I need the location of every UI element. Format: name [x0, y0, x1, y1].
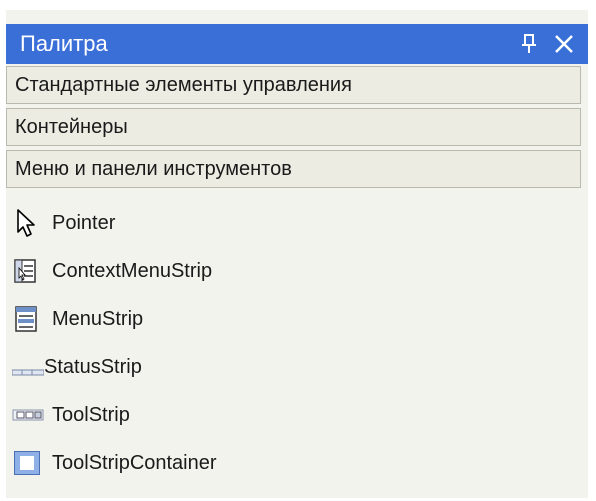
pin-icon[interactable] — [519, 31, 539, 57]
tool-item-menu-strip[interactable]: MenuStrip — [6, 296, 588, 344]
tool-strip-icon — [12, 400, 44, 430]
category-containers[interactable]: Контейнеры — [6, 108, 581, 146]
tool-label: StatusStrip — [44, 356, 142, 378]
category-label: Стандартные элементы управления — [15, 74, 352, 96]
status-strip-icon — [11, 352, 45, 382]
tool-item-status-strip[interactable]: StatusStrip — [6, 344, 588, 392]
tool-label: MenuStrip — [52, 308, 144, 330]
pointer-icon — [12, 208, 42, 238]
tool-item-pointer[interactable]: Pointer — [6, 200, 588, 248]
palette-title: Палитра — [20, 31, 108, 56]
category-standard-controls[interactable]: Стандартные элементы управления — [6, 66, 581, 104]
tool-label: ToolStrip — [52, 404, 130, 426]
tool-label: ToolStripContainer — [52, 452, 217, 474]
close-icon[interactable] — [552, 31, 576, 57]
tool-label: Pointer — [52, 212, 116, 234]
category-list: Стандартные элементы управления Контейне… — [6, 66, 588, 192]
palette-titlebar: Палитра — [6, 24, 588, 64]
category-label: Меню и панели инструментов — [15, 158, 292, 180]
category-label: Контейнеры — [15, 116, 128, 138]
tool-strip-container-icon — [12, 448, 42, 478]
category-menus-toolbars[interactable]: Меню и панели инструментов — [6, 150, 581, 188]
tool-list: Pointer ContextMenuStrip MenuStrip Statu… — [6, 200, 588, 488]
tool-item-context-menu-strip[interactable]: ContextMenuStrip — [6, 248, 588, 296]
toolbox-panel: Палитра Стандартные элементы управления … — [6, 10, 588, 498]
tool-label: ContextMenuStrip — [52, 260, 213, 282]
tool-item-tool-strip-container[interactable]: ToolStripContainer — [6, 440, 588, 488]
menu-strip-icon — [12, 304, 42, 334]
tool-item-tool-strip[interactable]: ToolStrip — [6, 392, 588, 440]
context-menu-strip-icon — [12, 256, 42, 286]
